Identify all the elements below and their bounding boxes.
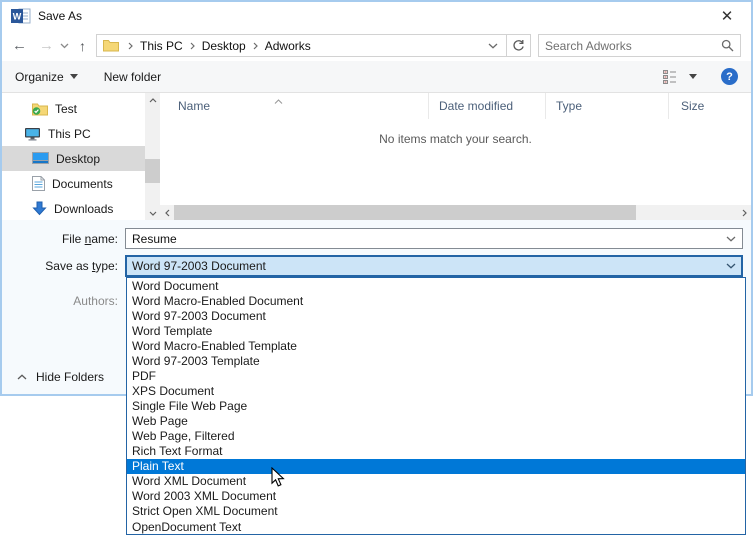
folder-icon [103, 39, 119, 52]
document-icon [32, 176, 45, 191]
chevron-down-icon [70, 74, 78, 79]
save-as-type-dropdown-list: Word DocumentWord Macro-Enabled Document… [126, 277, 746, 535]
empty-folder-message: No items match your search. [160, 119, 751, 205]
sidebar-item-documents[interactable]: Documents [2, 171, 145, 196]
title-bar: W Save As ✕ [2, 2, 751, 30]
hide-folders-button[interactable]: Hide Folders [2, 360, 104, 394]
horizontal-scrollbar-thumb[interactable] [174, 205, 636, 220]
main-area: Test This PC Desktop [2, 93, 751, 220]
chevron-up-icon [17, 374, 27, 380]
file-name-field[interactable] [125, 228, 743, 249]
file-list: Name Date modified Type Size No items ma… [160, 93, 751, 220]
save-type-option[interactable]: XPS Document [127, 383, 745, 398]
sort-ascending-icon [274, 93, 283, 107]
organize-label: Organize [15, 70, 64, 84]
save-type-option[interactable]: Word Macro-Enabled Document [127, 293, 745, 308]
close-icon[interactable]: ✕ [712, 7, 742, 25]
breadcrumb-separator-icon [128, 42, 133, 50]
folder-sync-icon [32, 102, 48, 116]
file-name-input[interactable] [132, 232, 726, 246]
sidebar-item-label: Downloads [54, 202, 113, 216]
details-view-icon[interactable] [663, 69, 680, 84]
desktop-icon [32, 152, 49, 165]
command-toolbar: Organize New folder ? [2, 61, 751, 93]
sidebar-item-downloads[interactable]: Downloads [2, 196, 145, 221]
dialog-title: Save As [38, 9, 82, 23]
save-type-option[interactable]: OpenDocument Text [127, 519, 745, 534]
navigation-bar: ← → ↑ This PC Desktop [2, 30, 751, 61]
breadcrumb-desktop[interactable]: Desktop [200, 39, 248, 53]
up-icon[interactable]: ↑ [79, 39, 86, 53]
navigation-pane: Test This PC Desktop [2, 93, 145, 220]
scroll-right-icon[interactable] [737, 209, 751, 217]
scroll-up-icon[interactable] [149, 93, 157, 107]
search-input[interactable] [545, 39, 721, 53]
svg-text:W: W [13, 12, 22, 22]
sidebar-item-label: Test [55, 102, 77, 116]
save-type-option[interactable]: Web Page [127, 414, 745, 429]
save-type-option[interactable]: Word 97-2003 Template [127, 353, 745, 368]
save-type-dropdown-chevron-icon[interactable] [726, 263, 736, 269]
sidebar-item-label: This PC [48, 127, 91, 141]
save-type-option[interactable]: Rich Text Format [127, 444, 745, 459]
computer-icon [24, 127, 41, 141]
search-box[interactable] [538, 34, 741, 57]
sidebar-item-label: Documents [52, 177, 113, 191]
column-headers: Name Date modified Type Size [160, 93, 751, 119]
breadcrumb-adworks[interactable]: Adworks [263, 39, 313, 53]
save-type-option[interactable]: Web Page, Filtered [127, 429, 745, 444]
save-type-option[interactable]: Word Document [127, 278, 745, 293]
breadcrumb-separator-icon [190, 42, 195, 50]
save-type-option[interactable]: Word XML Document [127, 474, 745, 489]
save-as-type-value: Word 97-2003 Document [132, 259, 726, 273]
file-name-label: File name: [2, 232, 125, 246]
file-name-dropdown-chevron-icon[interactable] [726, 236, 736, 242]
save-as-type-combobox[interactable]: Word 97-2003 Document [125, 255, 743, 277]
horizontal-scrollbar[interactable] [160, 205, 751, 220]
breadcrumb-this-pc[interactable]: This PC [138, 39, 185, 53]
address-bar[interactable]: This PC Desktop Adworks [96, 34, 507, 57]
scroll-left-icon[interactable] [160, 209, 174, 217]
sidebar-item-test[interactable]: Test [2, 96, 145, 121]
recent-locations-chevron-icon[interactable] [60, 43, 69, 49]
organize-button[interactable]: Organize [15, 70, 78, 84]
word-app-icon: W [11, 8, 31, 24]
back-icon[interactable]: ← [12, 38, 27, 53]
sidebar-item-this-pc[interactable]: This PC [2, 121, 145, 146]
column-header-type[interactable]: Type [545, 93, 668, 119]
column-header-date-modified[interactable]: Date modified [428, 93, 545, 119]
address-dropdown-chevron-icon[interactable] [488, 43, 498, 49]
hide-folders-label: Hide Folders [36, 370, 104, 384]
save-type-option[interactable]: Word 2003 XML Document [127, 489, 745, 504]
save-type-option[interactable]: Word 97-2003 Document [127, 308, 745, 323]
address-bar-group: This PC Desktop Adworks [96, 34, 531, 57]
column-header-name[interactable]: Name [160, 93, 428, 119]
view-options-chevron-icon[interactable] [689, 74, 697, 79]
forward-icon: → [39, 38, 54, 53]
new-folder-label: New folder [104, 70, 161, 84]
save-type-option[interactable]: Word Template [127, 323, 745, 338]
save-type-option[interactable]: Strict Open XML Document [127, 504, 745, 519]
new-folder-button[interactable]: New folder [104, 70, 161, 84]
help-icon: ? [726, 71, 733, 83]
column-header-size[interactable]: Size [668, 93, 748, 119]
save-type-option[interactable]: Plain Text [127, 459, 745, 474]
vertical-scrollbar-thumb[interactable] [145, 159, 160, 183]
sidebar-item-label: Desktop [56, 152, 100, 166]
save-type-option[interactable]: Single File Web Page [127, 399, 745, 414]
authors-label: Authors: [2, 294, 125, 308]
vertical-scrollbar[interactable] [145, 93, 160, 220]
refresh-button[interactable] [506, 34, 531, 57]
scroll-down-icon[interactable] [149, 206, 157, 220]
sidebar-item-desktop[interactable]: Desktop [2, 146, 145, 171]
mouse-cursor [271, 467, 286, 488]
help-button[interactable]: ? [721, 68, 738, 85]
save-type-option[interactable]: Word Macro-Enabled Template [127, 338, 745, 353]
save-as-type-label: Save as type: [2, 259, 125, 273]
refresh-icon [512, 39, 525, 52]
breadcrumb-separator-icon [253, 42, 258, 50]
search-icon [721, 39, 734, 52]
save-type-option[interactable]: PDF [127, 368, 745, 383]
download-arrow-icon [32, 201, 47, 216]
